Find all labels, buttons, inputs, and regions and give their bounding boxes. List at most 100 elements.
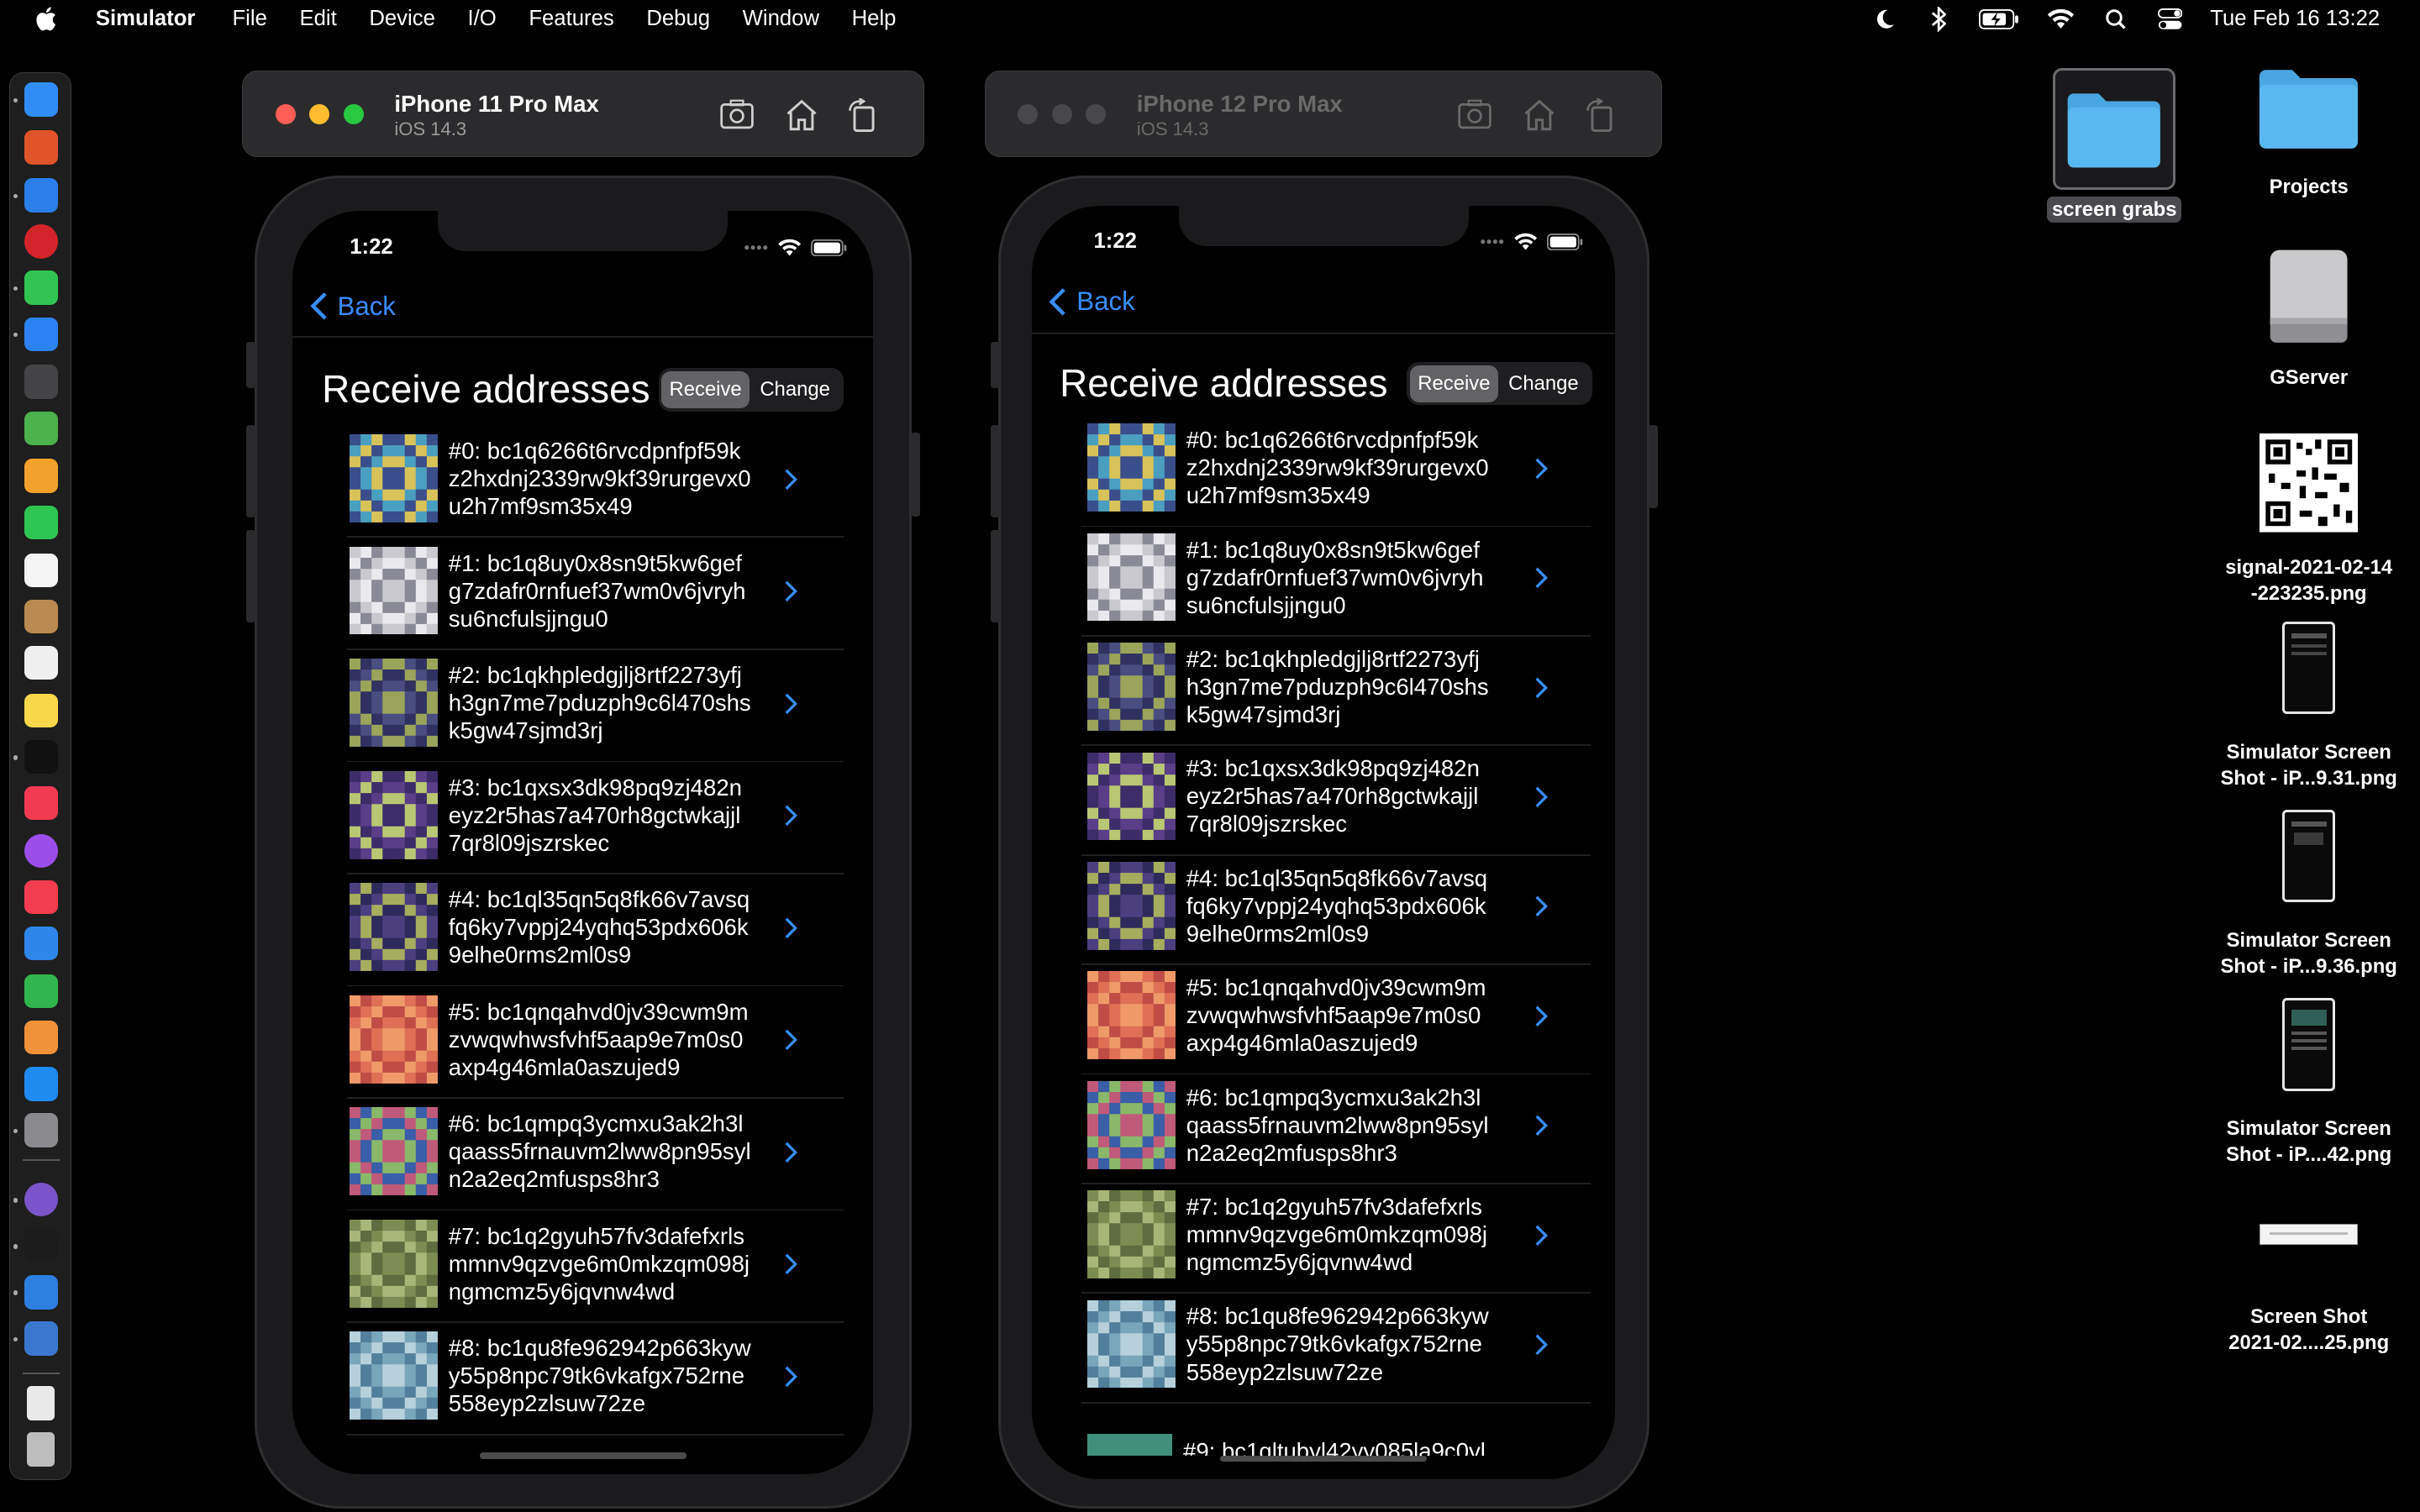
back-button[interactable]: Back [1047, 286, 1135, 318]
address-row[interactable]: #3: bc1qxsx3dk98pq9zj482neyz2r5has7a470r… [350, 770, 751, 859]
news-icon[interactable] [24, 879, 58, 915]
menu-window[interactable]: Window [743, 7, 819, 31]
minimize-window-button[interactable] [1051, 104, 1072, 124]
trash-icon[interactable] [27, 1432, 55, 1467]
calendar-icon[interactable] [24, 553, 58, 587]
chevron-right-icon[interactable] [1534, 458, 1549, 480]
address-row[interactable]: #2: bc1qkhpledgjlj8rtf2273yfjh3gn7me7pdu… [350, 659, 751, 747]
apple-tv-icon[interactable] [24, 739, 58, 774]
minimize-window-button[interactable] [309, 104, 330, 124]
app-brown-icon[interactable] [24, 599, 58, 634]
simulator-window-1-titlebar[interactable]: iPhone 11 Pro Max iOS 14.3 [242, 71, 925, 158]
desktop-file-simulator-shot-1[interactable]: Simulator Screen Shot - iP...9.31.png [2207, 622, 2410, 791]
address-row[interactable]: #4: bc1ql35qn5q8fk66v7avsqfq6ky7vppj24yq… [350, 883, 751, 972]
xcode-tools-icon[interactable] [24, 1321, 58, 1356]
system-preferences-icon[interactable] [24, 1113, 58, 1147]
chevron-right-icon[interactable] [1534, 1334, 1549, 1356]
desktop-drive-gserver[interactable]: GServer [2232, 247, 2386, 391]
apple-menu-icon[interactable] [34, 5, 61, 33]
address-row[interactable]: #0: bc1q6266t6rvcdpnfpf59kz2hxdnj2339rw9… [350, 434, 751, 522]
chevron-right-icon[interactable] [783, 1029, 798, 1051]
address-row[interactable]: #2: bc1qkhpledgjlj8rtf2273yfjh3gn7me7pdu… [1087, 643, 1489, 731]
desktop-folder-screen-grabs[interactable]: screen grabs [2037, 67, 2191, 223]
volume-up-button[interactable] [990, 425, 1000, 518]
menu-help[interactable]: Help [852, 7, 897, 31]
chevron-right-icon[interactable] [783, 1366, 798, 1388]
side-power-button[interactable] [1649, 425, 1659, 509]
chevron-right-icon[interactable] [1534, 677, 1549, 699]
xcode-icon[interactable] [24, 1275, 58, 1310]
menu-device[interactable]: Device [369, 7, 435, 31]
chevron-right-icon[interactable] [1534, 1005, 1549, 1027]
back-button[interactable]: Back [308, 291, 396, 322]
address-row[interactable]: #6: bc1qmpq3ycmxu3ak2h3lqaass5frnauvm2lw… [1087, 1080, 1489, 1169]
chevron-right-icon[interactable] [783, 469, 798, 491]
address-row[interactable]: #1: bc1q8uy0x8sn9t5kw6gefg7zdafr0rnfuef3… [1087, 533, 1489, 622]
maps-icon[interactable] [24, 411, 58, 445]
reminders-icon[interactable] [24, 645, 58, 680]
chevron-right-icon[interactable] [783, 805, 798, 827]
address-row[interactable]: #6: bc1qmpq3ycmxu3ak2h3lqaass5frnauvm2lw… [350, 1107, 751, 1196]
address-row[interactable]: #4: bc1ql35qn5q8fk66v7avsqfq6ky7vppj24yq… [1087, 862, 1489, 950]
address-row[interactable]: #7: bc1q2gyuh57fv3dafefxrlsmmnv9qzvge6m0… [1087, 1190, 1489, 1278]
volume-down-button[interactable] [990, 530, 1000, 623]
app-store-icon[interactable] [24, 1067, 58, 1101]
address-row[interactable]: #5: bc1qnqahvd0jv39cwm9mzvwqwhwsfvhf5aap… [350, 995, 751, 1084]
keynote-icon[interactable] [24, 927, 58, 961]
mute-switch[interactable] [990, 342, 1000, 389]
facetime-icon[interactable] [24, 505, 58, 539]
volume-down-button[interactable] [246, 530, 256, 623]
finder-icon[interactable] [24, 82, 58, 117]
partial-row[interactable]: #9: bc1qltubyl42yy085la9c0yl [1087, 1434, 1550, 1457]
segment-change[interactable]: Change [750, 371, 840, 408]
terminal-icon[interactable] [24, 1229, 58, 1263]
battery-charging-icon[interactable] [1978, 7, 2019, 31]
desktop-folder-projects[interactable]: Projects [2232, 61, 2386, 199]
close-window-button[interactable] [1018, 104, 1039, 124]
desktop-file-signal-png[interactable]: signal-2021-02-14 -223235.png [2207, 433, 2410, 607]
bluetooth-icon[interactable] [1925, 7, 1953, 32]
pages-icon[interactable] [24, 1021, 58, 1055]
dark-mode-moon-icon[interactable] [1870, 7, 1898, 31]
control-center-icon[interactable] [2156, 7, 2184, 31]
launchpad-icon[interactable] [24, 130, 58, 165]
chevron-right-icon[interactable] [783, 580, 798, 602]
chevron-right-icon[interactable] [1534, 1115, 1549, 1137]
home-indicator[interactable] [479, 1452, 687, 1459]
rotate-device-icon[interactable] [1583, 97, 1620, 132]
document-icon[interactable] [27, 1386, 55, 1420]
spotlight-search-icon[interactable] [2102, 7, 2130, 31]
github-icon[interactable] [24, 1182, 58, 1217]
address-row[interactable]: #8: bc1qu8fe962942p663kywy55p8npc79tk6vk… [1087, 1299, 1489, 1389]
music-icon[interactable] [24, 785, 58, 821]
home-indicator[interactable] [1220, 1456, 1428, 1462]
mute-switch[interactable] [246, 342, 256, 389]
address-row[interactable]: #3: bc1qxsx3dk98pq9zj482neyz2r5has7a470r… [1087, 752, 1489, 841]
desktop-file-screen-shot[interactable]: Screen Shot 2021-02....25.png [2207, 1223, 2410, 1357]
menu-app-name[interactable]: Simulator [96, 7, 196, 31]
screenshot-camera-icon[interactable] [1456, 98, 1493, 132]
numbers-icon[interactable] [24, 974, 58, 1009]
address-row[interactable]: #8: bc1qu8fe962942p663kywy55p8npc79tk6vk… [350, 1331, 751, 1420]
opera-icon[interactable] [24, 224, 58, 259]
chevron-right-icon[interactable] [783, 1142, 798, 1163]
menu-clock[interactable]: Tue Feb 16 13:22 [2210, 7, 2380, 31]
safari-icon[interactable] [24, 178, 58, 213]
menu-edit[interactable]: Edit [299, 7, 336, 31]
home-icon[interactable] [783, 98, 820, 132]
desktop-file-simulator-shot-2[interactable]: Simulator Screen Shot - iP...9.36.png [2207, 810, 2410, 979]
photos-icon[interactable] [24, 459, 58, 493]
side-power-button[interactable] [911, 433, 921, 517]
address-row[interactable]: #1: bc1q8uy0x8sn9t5kw6gefg7zdafr0rnfuef3… [350, 546, 751, 635]
address-row[interactable]: #5: bc1qnqahvd0jv39cwm9mzvwqwhwsfvhf5aap… [1087, 971, 1489, 1060]
screenshot-camera-icon[interactable] [718, 98, 755, 132]
chevron-right-icon[interactable] [1534, 895, 1549, 917]
zoom-window-button[interactable] [343, 104, 364, 124]
segment-receive[interactable]: Receive [1410, 365, 1498, 402]
desktop-file-simulator-shot-3[interactable]: Simulator Screen Shot - iP....42.png [2207, 998, 2410, 1168]
chevron-right-icon[interactable] [1534, 786, 1549, 808]
rotate-device-icon[interactable] [845, 97, 882, 132]
circles-icon[interactable] [24, 365, 58, 399]
chevron-right-icon[interactable] [783, 1253, 798, 1275]
menu-features[interactable]: Features [529, 7, 613, 31]
